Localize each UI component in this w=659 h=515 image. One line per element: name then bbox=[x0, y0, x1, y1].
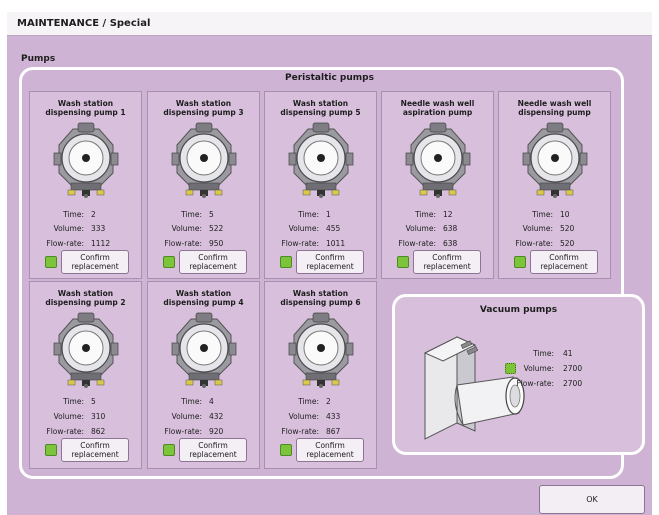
pump-name: Wash station dispensing pump 2 bbox=[45, 289, 126, 307]
confirm-replacement-button[interactable]: Confirm replacement bbox=[61, 438, 129, 462]
time-stat: Time: 5 bbox=[181, 210, 214, 219]
volume-stat: Volume: 638 bbox=[405, 224, 458, 233]
peristaltic-pump-icon bbox=[403, 119, 473, 199]
status-led-icon bbox=[163, 444, 175, 456]
volume-stat: Volume: 455 bbox=[288, 224, 341, 233]
volume-stat: Volume: 522 bbox=[171, 224, 224, 233]
pump-name: Wash station dispensing pump 4 bbox=[163, 289, 244, 307]
flow-rate-stat: Flow-rate: 2700 bbox=[516, 379, 583, 388]
confirm-replacement-button[interactable]: Confirm replacement bbox=[61, 250, 129, 274]
volume-stat: Volume: 432 bbox=[171, 412, 224, 421]
flow-rate-stat: Flow-rate: 920 bbox=[164, 427, 224, 436]
pump-card: Needle wash well aspiration pump Time: 12… bbox=[381, 91, 494, 279]
window-title-bar: MAINTENANCE / Special bbox=[7, 12, 652, 36]
confirm-replacement-button[interactable]: Confirm replacement bbox=[296, 250, 364, 274]
pump-card: Wash station dispensing pump 1 Time: 2 Vo… bbox=[29, 91, 142, 279]
flow-rate-stat: Flow-rate: 520 bbox=[515, 239, 575, 248]
peristaltic-pump-icon bbox=[169, 309, 239, 389]
peristaltic-pump-icon bbox=[520, 119, 590, 199]
pump-card: Wash station dispensing pump 3 Time: 5 Vo… bbox=[147, 91, 260, 279]
pump-card: Needle wash well dispensing pump Time: 10… bbox=[498, 91, 611, 279]
vacuum-pumps-panel: Vacuum pumps Time: 41 Volume: 2700 Flow-ra… bbox=[392, 294, 645, 455]
status-led-icon bbox=[280, 444, 292, 456]
peristaltic-pump-icon bbox=[51, 309, 121, 389]
pump-card: Wash station dispensing pump 2 Time: 5 Vo… bbox=[29, 281, 142, 469]
status-led-icon bbox=[163, 256, 175, 268]
flow-rate-stat: Flow-rate: 1112 bbox=[46, 239, 111, 248]
volume-stat: Volume: 333 bbox=[53, 224, 106, 233]
flow-rate-stat: Flow-rate: 867 bbox=[281, 427, 341, 436]
flow-rate-stat: Flow-rate: 1011 bbox=[281, 239, 346, 248]
time-stat: Time: 2 bbox=[298, 397, 331, 406]
time-stat: Time: 1 bbox=[298, 210, 331, 219]
volume-stat: Volume: 310 bbox=[53, 412, 106, 421]
flow-rate-stat: Flow-rate: 638 bbox=[398, 239, 458, 248]
volume-stat: Volume: 2700 bbox=[523, 364, 583, 373]
confirm-replacement-button[interactable]: Confirm replacement bbox=[179, 250, 247, 274]
pump-name: Needle wash well dispensing pump bbox=[517, 99, 592, 117]
status-led-icon bbox=[45, 256, 57, 268]
status-led-icon bbox=[397, 256, 409, 268]
confirm-replacement-button[interactable]: Confirm replacement bbox=[179, 438, 247, 462]
vacuum-pumps-label: Vacuum pumps bbox=[479, 305, 558, 315]
confirm-replacement-button[interactable]: Confirm replacement bbox=[296, 438, 364, 462]
confirm-replacement-button[interactable]: Confirm replacement bbox=[413, 250, 481, 274]
status-led-icon bbox=[280, 256, 292, 268]
time-stat: Time: 10 bbox=[532, 210, 570, 219]
pump-card: Wash station dispensing pump 6 Time: 2 Vo… bbox=[264, 281, 377, 469]
confirm-replacement-button[interactable]: Confirm replacement bbox=[530, 250, 598, 274]
status-led-icon bbox=[45, 444, 57, 456]
ok-button[interactable]: OK bbox=[539, 485, 645, 514]
time-stat: Time: 2 bbox=[63, 210, 96, 219]
flow-rate-stat: Flow-rate: 862 bbox=[46, 427, 106, 436]
pumps-section-label: Pumps bbox=[21, 54, 56, 64]
status-led-icon bbox=[514, 256, 526, 268]
time-stat: Time: 12 bbox=[415, 210, 453, 219]
peristaltic-pump-icon bbox=[51, 119, 121, 199]
peristaltic-pump-icon bbox=[286, 309, 356, 389]
pump-name: Needle wash well aspiration pump bbox=[400, 99, 475, 117]
pump-card: Wash station dispensing pump 4 Time: 4 Vo… bbox=[147, 281, 260, 469]
pump-card: Wash station dispensing pump 5 Time: 1 Vo… bbox=[264, 91, 377, 279]
pump-name: Wash station dispensing pump 3 bbox=[163, 99, 244, 117]
peristaltic-pump-icon bbox=[286, 119, 356, 199]
pump-name: Wash station dispensing pump 1 bbox=[45, 99, 126, 117]
volume-stat: Volume: 433 bbox=[288, 412, 341, 421]
volume-stat: Volume: 520 bbox=[522, 224, 575, 233]
time-stat: Time: 4 bbox=[181, 397, 214, 406]
flow-rate-stat: Flow-rate: 950 bbox=[164, 239, 224, 248]
peristaltic-pumps-label: Peristaltic pumps bbox=[285, 73, 374, 83]
pump-name: Wash station dispensing pump 6 bbox=[280, 289, 361, 307]
window-title: MAINTENANCE / Special bbox=[17, 18, 151, 29]
time-stat: Time: 41 bbox=[533, 349, 573, 358]
peristaltic-pump-icon bbox=[169, 119, 239, 199]
time-stat: Time: 5 bbox=[63, 397, 96, 406]
pump-name: Wash station dispensing pump 5 bbox=[280, 99, 361, 117]
